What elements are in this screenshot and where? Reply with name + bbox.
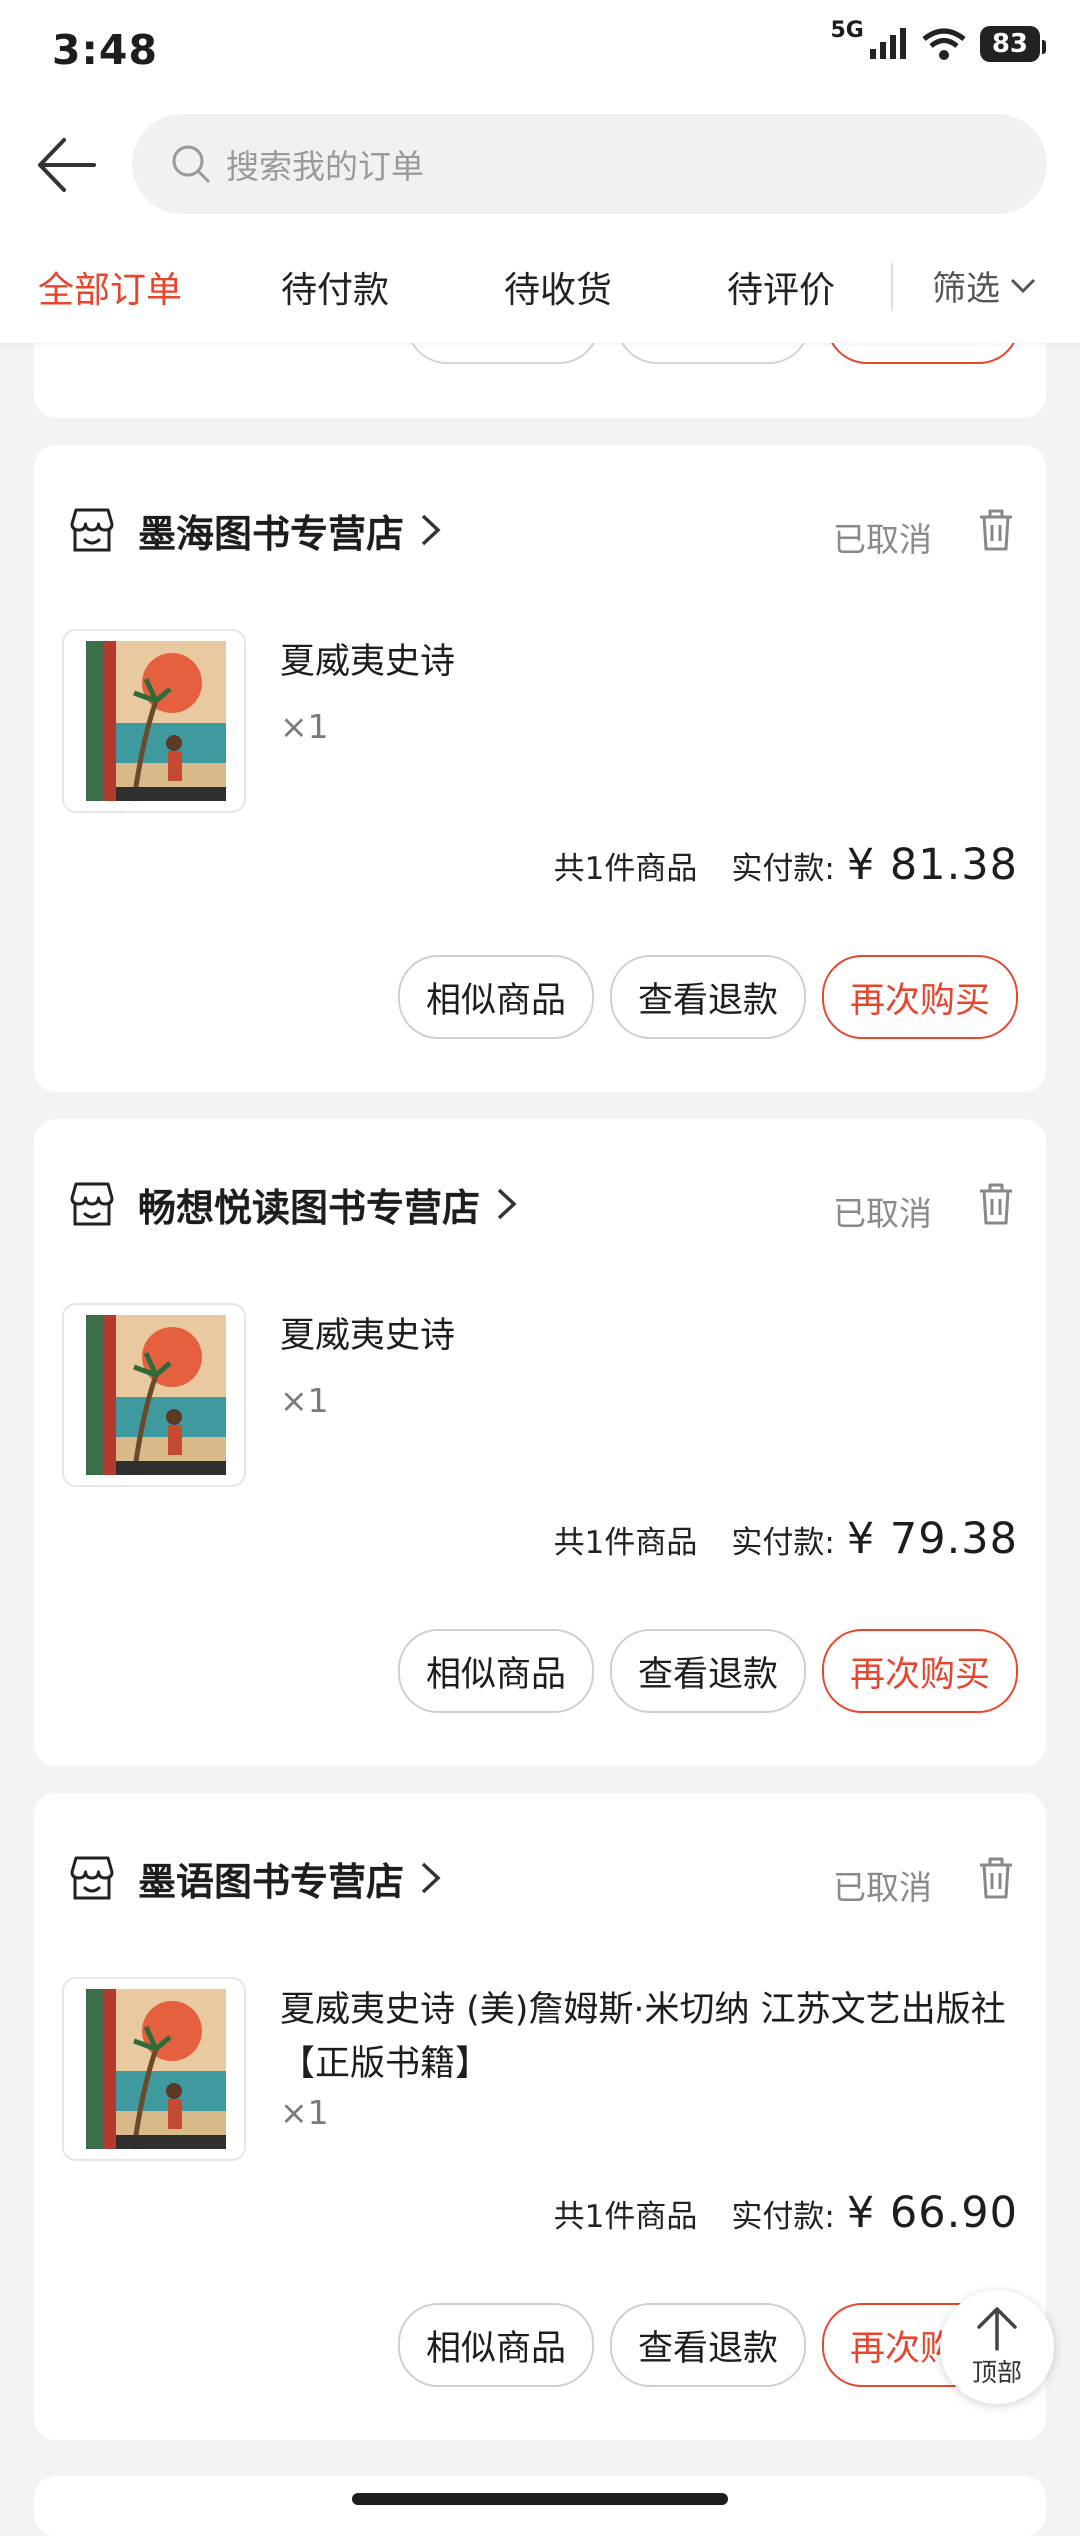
action-buttons: 相似商品 查看退款 再次购买 bbox=[398, 2303, 1018, 2387]
product-title[interactable]: 夏威夷史诗 bbox=[280, 635, 1020, 689]
item-count: 共1件商品 bbox=[553, 851, 698, 887]
chevron-right-icon bbox=[421, 1862, 441, 1894]
item-count: 共1件商品 bbox=[553, 1525, 698, 1561]
action-buttons: 相似商品 查看退款 再次购买 bbox=[398, 1629, 1018, 1713]
paid-amount: ¥ 79.38 bbox=[846, 1514, 1018, 1564]
tab-divider bbox=[891, 263, 893, 311]
arrow-up-icon bbox=[977, 2307, 1017, 2351]
trash-icon[interactable] bbox=[976, 1855, 1016, 1901]
shop-name: 墨语图书专营店 bbox=[138, 1859, 405, 1904]
search-input[interactable]: 搜索我的订单 bbox=[132, 114, 1047, 214]
view-refund-button[interactable]: 查看退款 bbox=[610, 1629, 806, 1713]
search-icon bbox=[172, 145, 210, 183]
product-quantity: ×1 bbox=[280, 1381, 329, 1420]
header: 搜索我的订单 bbox=[0, 100, 1080, 225]
buy-again-button[interactable]: 再次购买 bbox=[822, 1629, 1018, 1713]
paid-amount: ¥ 66.90 bbox=[846, 2188, 1018, 2238]
product-quantity: ×1 bbox=[280, 2093, 329, 2132]
store-icon bbox=[70, 508, 114, 552]
similar-products-button[interactable]: 相似商品 bbox=[398, 1629, 594, 1713]
paid-label: 实付款: bbox=[731, 851, 835, 887]
product-thumbnail[interactable] bbox=[62, 629, 246, 813]
order-summary: 共1件商品 实付款: ¥ 66.90 bbox=[554, 2188, 1018, 2238]
chevron-right-icon bbox=[497, 1188, 517, 1220]
trash-icon[interactable] bbox=[976, 1181, 1016, 1227]
next-order-card bbox=[34, 2476, 1046, 2536]
product-quantity: ×1 bbox=[280, 707, 329, 746]
paid-label: 实付款: bbox=[731, 1525, 835, 1561]
shop-name: 墨海图书专营店 bbox=[138, 511, 405, 556]
order-summary: 共1件商品 实付款: ¥ 79.38 bbox=[554, 1514, 1018, 1564]
action-buttons: 相似商品 查看退款 再次购买 bbox=[398, 955, 1018, 1039]
paid-amount: ¥ 81.38 bbox=[846, 840, 1018, 890]
order-summary: 共1件商品 实付款: ¥ 81.38 bbox=[554, 840, 1018, 890]
back-to-top-label: 顶部 bbox=[971, 2358, 1022, 2387]
filter-label: 筛选 bbox=[932, 269, 1000, 309]
buy-again-button[interactable]: 再次购买 bbox=[822, 955, 1018, 1039]
order-card[interactable]: 墨海图书专营店 已取消 夏威夷史诗 ×1 共1件商品 实付款: ¥ 81.38 … bbox=[34, 445, 1046, 1092]
home-indicator[interactable] bbox=[352, 2493, 728, 2505]
shop-name: 畅想悦读图书专营店 bbox=[138, 1185, 481, 1230]
book-cover-image bbox=[86, 1989, 226, 2150]
view-refund-button[interactable]: 查看退款 bbox=[610, 955, 806, 1039]
chevron-down-icon bbox=[1010, 278, 1036, 293]
book-cover-image bbox=[86, 641, 226, 802]
similar-products-button[interactable]: 相似商品 bbox=[398, 2303, 594, 2387]
network-type: 5G bbox=[830, 17, 864, 43]
wifi-icon bbox=[922, 28, 966, 60]
tab-all-orders[interactable]: 全部订单 bbox=[38, 261, 182, 313]
trash-icon[interactable] bbox=[976, 507, 1016, 553]
store-icon bbox=[70, 1856, 114, 1900]
shop-link[interactable]: 墨语图书专营店 bbox=[66, 1848, 444, 1908]
signal-icon bbox=[869, 28, 906, 59]
shop-link[interactable]: 墨海图书专营店 bbox=[66, 500, 444, 560]
product-title[interactable]: 夏威夷史诗 (美)詹姆斯·米切纳 江苏文艺出版社【正版书籍】 bbox=[280, 1983, 1020, 2091]
status-time: 3:48 bbox=[52, 26, 158, 74]
previous-order-card bbox=[34, 330, 1046, 418]
book-cover-image bbox=[86, 1315, 226, 1476]
store-icon bbox=[70, 1182, 114, 1226]
back-arrow-icon[interactable] bbox=[32, 130, 102, 200]
product-thumbnail[interactable] bbox=[62, 1303, 246, 1487]
order-status: 已取消 bbox=[833, 1194, 932, 1233]
tab-pending-receipt[interactable]: 待收货 bbox=[504, 261, 612, 313]
product-title[interactable]: 夏威夷史诗 bbox=[280, 1309, 1020, 1363]
chevron-right-icon bbox=[421, 514, 441, 546]
status-bar: 3:48 5G 83 bbox=[0, 0, 1080, 100]
status-icons: 5G 83 bbox=[830, 18, 1047, 62]
filter-button[interactable]: 筛选 bbox=[932, 261, 1036, 310]
order-status: 已取消 bbox=[833, 520, 932, 559]
battery-indicator: 83 bbox=[979, 26, 1047, 62]
paid-label: 实付款: bbox=[731, 2199, 835, 2235]
search-placeholder: 搜索我的订单 bbox=[226, 147, 424, 186]
shop-link[interactable]: 畅想悦读图书专营店 bbox=[66, 1174, 520, 1234]
view-refund-button[interactable]: 查看退款 bbox=[610, 2303, 806, 2387]
tab-pending-review[interactable]: 待评价 bbox=[727, 261, 835, 313]
item-count: 共1件商品 bbox=[553, 2199, 698, 2235]
tab-pending-payment[interactable]: 待付款 bbox=[281, 261, 389, 313]
similar-products-button[interactable]: 相似商品 bbox=[398, 955, 594, 1039]
order-tabs: 全部订单 待付款 待收货 待评价 筛选 bbox=[0, 225, 1080, 343]
order-card[interactable]: 畅想悦读图书专营店 已取消 夏威夷史诗 ×1 共1件商品 实付款: ¥ 79.3… bbox=[34, 1119, 1046, 1766]
back-to-top-button[interactable]: 顶部 bbox=[940, 2290, 1054, 2404]
order-status: 已取消 bbox=[833, 1868, 932, 1907]
product-thumbnail[interactable] bbox=[62, 1977, 246, 2161]
order-card[interactable]: 墨语图书专营店 已取消 夏威夷史诗 (美)詹姆斯·米切纳 江苏文艺出版社【正版书… bbox=[34, 1793, 1046, 2440]
